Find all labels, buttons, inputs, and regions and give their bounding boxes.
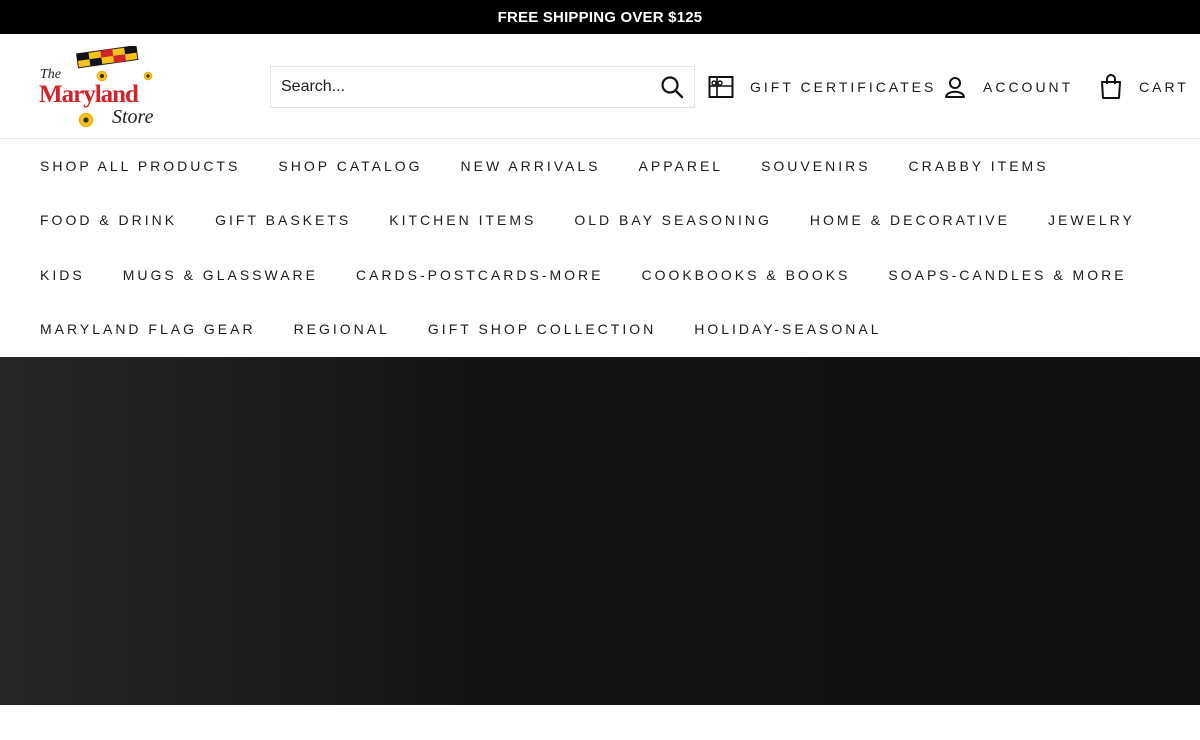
svg-text:Store: Store	[112, 106, 154, 128]
nav-item-food-drink[interactable]: FOOD & DRINK	[40, 212, 177, 228]
nav-item-cookbooks-books[interactable]: COOKBOOKS & BOOKS	[641, 267, 850, 283]
nav-item-crabby-items[interactable]: CRABBY ITEMS	[909, 158, 1049, 174]
search-input[interactable]	[271, 67, 650, 107]
gift-card-icon	[708, 75, 734, 99]
main-navigation: SHOP ALL PRODUCTS SHOP CATALOG NEW ARRIV…	[0, 140, 1200, 356]
nav-item-gift-shop-collection[interactable]: GIFT SHOP COLLECTION	[428, 321, 656, 337]
gift-certificates-label: GIFT CERTIFICATES	[750, 79, 937, 95]
announcement-bar: FREE SHIPPING OVER $125	[0, 0, 1200, 34]
svg-text:Maryland: Maryland	[39, 81, 139, 108]
nav-row: FOOD & DRINK GIFT BASKETS KITCHEN ITEMS …	[40, 210, 1173, 230]
account-link[interactable]: ACCOUNT	[943, 72, 1073, 102]
shopping-bag-icon	[1099, 74, 1123, 100]
maryland-store-logo-graphic: The Maryland Store	[39, 45, 154, 128]
site-header: The Maryland Store GIFT CERTIFICATES	[0, 34, 1200, 139]
nav-item-old-bay-seasoning[interactable]: OLD BAY SEASONING	[574, 212, 772, 228]
nav-item-mugs-glassware[interactable]: MUGS & GLASSWARE	[123, 267, 318, 283]
nav-item-souvenirs[interactable]: SOUVENIRS	[761, 158, 870, 174]
nav-row: SHOP ALL PRODUCTS SHOP CATALOG NEW ARRIV…	[40, 156, 1087, 176]
nav-item-cards-postcards-more[interactable]: CARDS-POSTCARDS-MORE	[356, 267, 603, 283]
nav-row: KIDS MUGS & GLASSWARE CARDS-POSTCARDS-MO…	[40, 265, 1165, 285]
search-button[interactable]	[650, 67, 694, 107]
nav-item-new-arrivals[interactable]: NEW ARRIVALS	[461, 158, 601, 174]
svg-text:The: The	[40, 67, 61, 82]
user-icon	[943, 75, 967, 99]
cart-label: CART	[1139, 79, 1189, 95]
nav-item-gift-baskets[interactable]: GIFT BASKETS	[215, 212, 351, 228]
cart-link[interactable]: CART	[1099, 72, 1189, 102]
nav-item-apparel[interactable]: APPAREL	[639, 158, 724, 174]
nav-item-holiday-seasonal[interactable]: HOLIDAY-SEASONAL	[694, 321, 881, 337]
nav-item-jewelry[interactable]: JEWELRY	[1048, 212, 1135, 228]
gift-certificates-link[interactable]: GIFT CERTIFICATES	[708, 72, 936, 102]
search-icon	[661, 76, 684, 99]
nav-item-soaps-candles-more[interactable]: SOAPS-CANDLES & MORE	[888, 267, 1126, 283]
announcement-text: FREE SHIPPING OVER $125	[497, 8, 703, 26]
nav-item-kids[interactable]: KIDS	[40, 267, 85, 283]
nav-row: MARYLAND FLAG GEAR REGIONAL GIFT SHOP CO…	[40, 319, 920, 339]
nav-item-shop-catalog[interactable]: SHOP CATALOG	[278, 158, 422, 174]
account-label: ACCOUNT	[983, 79, 1074, 95]
nav-item-kitchen-items[interactable]: KITCHEN ITEMS	[389, 212, 536, 228]
nav-item-shop-all-products[interactable]: SHOP ALL PRODUCTS	[40, 158, 240, 174]
nav-item-maryland-flag-gear[interactable]: MARYLAND FLAG GEAR	[40, 321, 256, 337]
nav-item-home-decorative[interactable]: HOME & DECORATIVE	[810, 212, 1010, 228]
site-logo[interactable]: The Maryland Store	[36, 45, 176, 128]
nav-item-regional[interactable]: REGIONAL	[294, 321, 390, 337]
search-bar	[270, 66, 695, 108]
hero-banner	[0, 357, 1200, 705]
